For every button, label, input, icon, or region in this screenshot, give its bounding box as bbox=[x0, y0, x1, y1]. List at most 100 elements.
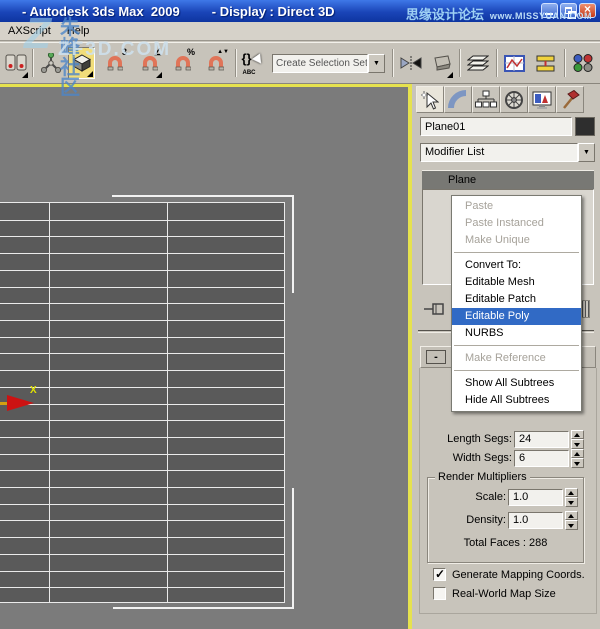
object-name-input[interactable] bbox=[420, 117, 572, 136]
menu-item-paste-instanced[interactable]: Paste Instanced bbox=[452, 215, 581, 232]
scale-label: Scale: bbox=[475, 491, 506, 503]
total-faces-label: Total Faces : bbox=[464, 537, 526, 549]
modify-icon bbox=[448, 90, 468, 110]
generate-mapping-coords-row: Generate Mapping Coords. bbox=[433, 568, 585, 581]
total-faces-row: Total Faces : 288 bbox=[428, 537, 583, 549]
curve-editor-button[interactable] bbox=[501, 47, 528, 79]
toolbar-separator bbox=[564, 49, 566, 77]
generate-mapping-coords-checkbox[interactable] bbox=[433, 568, 446, 581]
length-segs-input[interactable] bbox=[514, 431, 569, 448]
real-world-map-size-checkbox[interactable] bbox=[433, 587, 446, 600]
command-panel-tabs bbox=[416, 86, 584, 113]
density-input[interactable] bbox=[508, 512, 563, 529]
x-axis-arrow[interactable] bbox=[7, 395, 34, 411]
selection-set-field[interactable]: Create Selection Set bbox=[272, 54, 368, 73]
menu-item-nurbs[interactable]: NURBS bbox=[452, 325, 581, 342]
named-selection-sets-icon: {} ABC bbox=[242, 51, 266, 75]
select-and-manipulate-button[interactable] bbox=[37, 47, 64, 79]
chevron-down-icon: ▼ bbox=[373, 60, 380, 67]
mirror-button[interactable] bbox=[397, 47, 424, 79]
window-controls: × bbox=[541, 3, 596, 18]
tab-motion[interactable] bbox=[500, 86, 528, 113]
close-button[interactable]: × bbox=[579, 3, 596, 18]
menu-item-editable-patch[interactable]: Editable Patch bbox=[452, 291, 581, 308]
selection-bracket-bottom-right bbox=[292, 488, 294, 609]
scale-spinner[interactable] bbox=[565, 488, 578, 507]
cube-toggle-button[interactable] bbox=[68, 47, 95, 79]
density-row: Density: bbox=[428, 511, 578, 529]
viewport[interactable]: X bbox=[0, 84, 412, 629]
menu-bar: AXScript Help bbox=[0, 22, 600, 41]
length-segs-label: Length Segs: bbox=[447, 433, 512, 445]
modifier-stack-item-plane[interactable]: Plane bbox=[422, 170, 594, 189]
use-center-button[interactable] bbox=[2, 47, 29, 79]
toolbar-separator bbox=[235, 49, 237, 77]
chevron-down-icon: ▼ bbox=[583, 149, 590, 156]
rollout-collapse-button[interactable]: - bbox=[426, 350, 446, 364]
title-bar: - Autodesk 3ds Max 2009 - Display : Dire… bbox=[0, 0, 600, 22]
spinner-snap-button[interactable]: ▲▼ bbox=[202, 47, 229, 79]
modifier-list-dropdown-button[interactable]: ▼ bbox=[578, 143, 595, 162]
tab-utilities[interactable] bbox=[556, 86, 584, 113]
scale-input[interactable] bbox=[508, 489, 563, 506]
percent-snap-superscript: % bbox=[187, 47, 195, 57]
scale-row: Scale: bbox=[428, 488, 578, 506]
snap-3d-superscript: 3 bbox=[122, 47, 127, 57]
object-color-swatch[interactable] bbox=[575, 117, 595, 136]
selection-set-dropdown: Create Selection Set ▼ bbox=[272, 54, 385, 73]
modifier-list-field[interactable]: Modifier List bbox=[420, 143, 578, 162]
menu-maxscript[interactable]: AXScript bbox=[0, 23, 59, 39]
menu-help[interactable]: Help bbox=[59, 23, 98, 39]
material-editor-icon bbox=[573, 54, 593, 72]
tab-create[interactable] bbox=[416, 86, 444, 113]
layer-manager-button[interactable] bbox=[464, 47, 491, 79]
menu-item-make-reference[interactable]: Make Reference bbox=[452, 350, 581, 367]
application-window: - Autodesk 3ds Max 2009 - Display : Dire… bbox=[0, 0, 600, 629]
percent-snap-magnet-icon bbox=[175, 55, 191, 72]
angle-snap-button[interactable]: ∠ bbox=[136, 47, 163, 79]
motion-wheel-icon bbox=[504, 90, 524, 110]
selection-bracket-top bbox=[112, 195, 294, 197]
menu-item-hide-all-subtrees[interactable]: Hide All Subtrees bbox=[452, 392, 581, 409]
toolbar-separator bbox=[496, 49, 498, 77]
generate-mapping-coords-label: Generate Mapping Coords. bbox=[452, 569, 585, 581]
menu-item-make-unique[interactable]: Make Unique bbox=[452, 232, 581, 249]
length-segs-spinner[interactable] bbox=[571, 430, 584, 449]
percent-snap-button[interactable]: % bbox=[169, 47, 196, 79]
schematic-view-button[interactable] bbox=[532, 47, 559, 79]
tab-hierarchy[interactable] bbox=[472, 86, 500, 113]
menu-separator bbox=[454, 370, 579, 371]
menu-item-editable-poly[interactable]: Editable Poly bbox=[452, 308, 581, 325]
align-button[interactable] bbox=[427, 47, 454, 79]
main-toolbar: 3 ∠ % ▲▼ bbox=[0, 42, 600, 84]
named-selection-sets-button[interactable]: {} ABC bbox=[240, 47, 267, 79]
menu-item-paste[interactable]: Paste bbox=[452, 198, 581, 215]
pin-icon bbox=[424, 302, 446, 316]
selection-set-dropdown-button[interactable]: ▼ bbox=[368, 54, 385, 73]
schematic-view-icon bbox=[535, 55, 556, 72]
plane-grid bbox=[0, 202, 285, 603]
restore-button[interactable] bbox=[560, 3, 577, 18]
width-segs-label: Width Segs: bbox=[453, 452, 512, 464]
menu-item-show-all-subtrees[interactable]: Show All Subtrees bbox=[452, 375, 581, 392]
density-spinner[interactable] bbox=[565, 511, 578, 530]
active-viewport-border-top bbox=[0, 84, 412, 87]
menu-item-editable-mesh[interactable]: Editable Mesh bbox=[452, 274, 581, 291]
modifier-list-dropdown: Modifier List ▼ bbox=[420, 143, 595, 162]
width-segs-input[interactable] bbox=[514, 450, 569, 467]
real-world-map-size-row: Real-World Map Size bbox=[433, 587, 556, 600]
use-center-icon bbox=[5, 54, 27, 72]
width-segs-spinner[interactable] bbox=[571, 449, 584, 468]
tab-display[interactable] bbox=[528, 86, 556, 113]
pin-stack-button[interactable] bbox=[422, 298, 448, 320]
utilities-hammer-icon bbox=[560, 90, 580, 110]
quad-context-menu: Paste Paste Instanced Make Unique Conver… bbox=[451, 195, 582, 412]
snaps-toggle-button[interactable]: 3 bbox=[101, 47, 128, 79]
toolbar-separator bbox=[392, 49, 394, 77]
object-name-row bbox=[420, 117, 595, 136]
selection-bracket-bottom bbox=[113, 607, 294, 609]
minimize-button[interactable] bbox=[541, 3, 558, 18]
menu-item-convert-to[interactable]: Convert To: bbox=[452, 257, 581, 274]
material-editor-button[interactable] bbox=[569, 47, 596, 79]
tab-modify[interactable] bbox=[444, 86, 472, 113]
